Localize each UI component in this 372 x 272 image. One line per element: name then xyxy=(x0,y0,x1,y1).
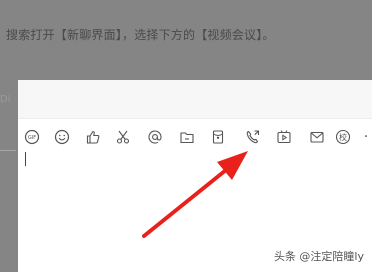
envelope-icon xyxy=(310,131,324,143)
phone-icon xyxy=(246,130,260,144)
red-packet-icon xyxy=(212,130,224,144)
like-button[interactable] xyxy=(82,126,104,148)
svg-text:GIF: GIF xyxy=(28,135,36,141)
proofread-button[interactable]: 校 xyxy=(332,126,354,148)
circled-character-icon: 校 xyxy=(335,129,351,145)
red-packet-button[interactable] xyxy=(207,126,229,148)
video-play-icon xyxy=(277,130,291,144)
instruction-text: 搜索打开【新聊界面】，选择下方的【视频会议】。 xyxy=(6,28,275,42)
scissors-icon xyxy=(116,130,130,144)
watermark: 头条 @注定陪瞳ly xyxy=(273,250,364,263)
window-title-bar xyxy=(18,80,372,119)
gif-button[interactable]: GIF xyxy=(21,126,43,148)
emoji-button[interactable] xyxy=(51,126,73,148)
gif-icon: GIF xyxy=(24,129,40,145)
video-meeting-button[interactable] xyxy=(273,126,295,148)
chat-toolbar: GIF 校 · xyxy=(18,126,372,148)
smiley-icon xyxy=(54,129,70,145)
svg-text:校: 校 xyxy=(339,132,347,142)
file-button[interactable] xyxy=(176,126,198,148)
background-text-fragment: Di xyxy=(0,94,11,105)
mail-button[interactable] xyxy=(306,126,328,148)
more-button[interactable]: · xyxy=(360,126,372,148)
mention-button[interactable] xyxy=(144,126,166,148)
at-sign-icon xyxy=(148,130,162,144)
background-divider xyxy=(0,150,16,151)
more-dots-icon: · xyxy=(363,129,369,145)
folder-icon xyxy=(180,132,194,144)
thumbs-up-icon xyxy=(86,130,100,144)
chat-window: GIF 校 · xyxy=(18,80,372,272)
screenshot-button[interactable] xyxy=(112,126,134,148)
call-button[interactable] xyxy=(242,126,264,148)
message-input-caret[interactable] xyxy=(25,152,26,166)
